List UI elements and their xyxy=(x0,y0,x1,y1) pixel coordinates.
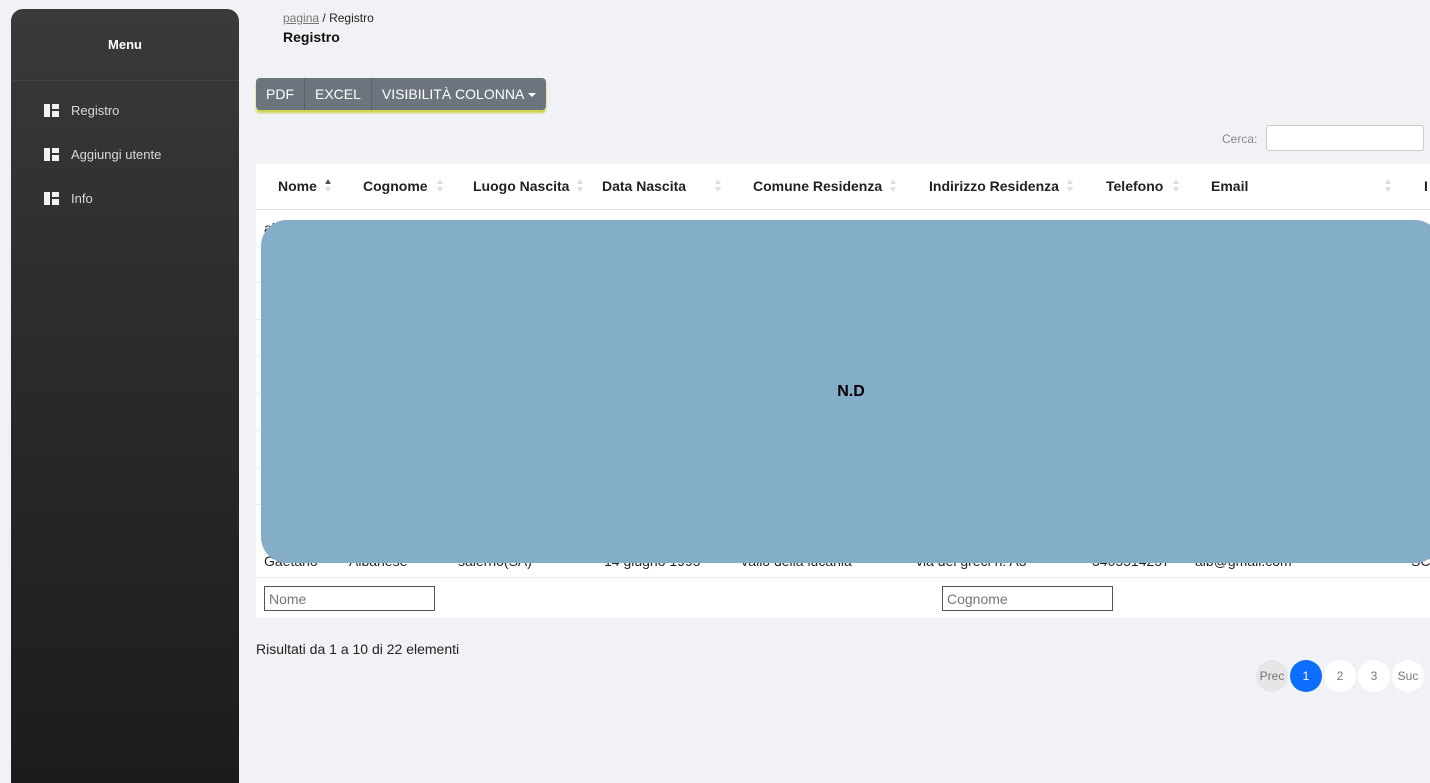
column-visibility-label: VISIBILITÀ COLONNA xyxy=(381,86,525,102)
caret-down-icon xyxy=(528,93,537,98)
pagination: Prec 1 2 3 Suc xyxy=(1256,660,1424,692)
sidebar-item-info[interactable]: Info xyxy=(11,187,239,209)
sidebar-item-aggiungi-utente[interactable]: Aggiungi utente xyxy=(11,143,239,165)
column-header-indirizzo-residenza[interactable]: Indirizzo Residenza xyxy=(929,178,1059,194)
sort-icon xyxy=(437,178,445,194)
column-header-email[interactable]: Email xyxy=(1211,178,1248,194)
filter-nome-input[interactable] xyxy=(264,586,435,611)
column-header-extra[interactable]: I xyxy=(1424,178,1428,194)
column-visibility-button[interactable]: VISIBILITÀ COLONNA xyxy=(372,78,546,110)
sidebar-item-label: Registro xyxy=(71,102,120,118)
filter-cognome-input[interactable] xyxy=(942,586,1113,611)
breadcrumb: pagina / Registro xyxy=(283,11,374,25)
breadcrumb-current: Registro xyxy=(329,11,374,25)
breadcrumb-link[interactable]: pagina xyxy=(283,11,319,25)
column-header-nome[interactable]: Nome xyxy=(278,178,317,194)
pagination-page-2[interactable]: 2 xyxy=(1324,660,1356,692)
sort-icon xyxy=(1385,178,1393,194)
breadcrumb-separator: / xyxy=(322,11,326,25)
search-input[interactable] xyxy=(1266,125,1424,151)
sidebar-item-label: Aggiungi utente xyxy=(71,146,162,162)
results-info: Risultati da 1 a 10 di 22 elementi xyxy=(256,641,460,657)
sidebar-item-label: Info xyxy=(71,190,93,206)
sidebar-item-registro[interactable]: Registro xyxy=(11,99,239,121)
sort-icon xyxy=(1173,178,1181,194)
export-toolbar: PDF EXCEL VISIBILITÀ COLONNA xyxy=(256,78,547,110)
excel-button[interactable]: EXCEL xyxy=(305,78,372,110)
column-header-cognome[interactable]: Cognome xyxy=(363,178,428,194)
dashboard-icon xyxy=(44,103,59,117)
sort-icon xyxy=(715,178,723,194)
dashboard-icon xyxy=(44,147,59,161)
sort-icon xyxy=(1067,178,1075,194)
search-label: Cerca: xyxy=(1222,132,1258,146)
pagination-page-3[interactable]: 3 xyxy=(1358,660,1390,692)
pagination-next[interactable]: Suc xyxy=(1392,660,1424,692)
pagination-prev[interactable]: Prec xyxy=(1256,660,1288,692)
row-divider xyxy=(256,577,1430,578)
sidebar: Menu Registro Aggiungi utente Info xyxy=(11,9,239,783)
pdf-button[interactable]: PDF xyxy=(256,78,305,110)
pagination-page-1[interactable]: 1 xyxy=(1290,660,1322,692)
dashboard-icon xyxy=(44,191,59,205)
column-header-comune-residenza[interactable]: Comune Residenza xyxy=(753,178,882,194)
sort-icon xyxy=(577,178,585,194)
column-header-luogo-nascita[interactable]: Luogo Nascita xyxy=(473,178,569,194)
table-header: Nome Cognome Luogo Nascita Data Nascita … xyxy=(256,164,1430,210)
sidebar-nav: Registro Aggiungi utente Info xyxy=(11,81,239,209)
sort-icon xyxy=(890,178,898,194)
sidebar-title: Menu xyxy=(11,9,239,81)
overlay-text: N.D xyxy=(837,382,865,400)
column-header-telefono[interactable]: Telefono xyxy=(1106,178,1163,194)
sort-asc-icon xyxy=(325,178,333,194)
page-title: Registro xyxy=(283,29,340,45)
redaction-overlay: N.D xyxy=(261,220,1430,563)
column-header-data-nascita[interactable]: Data Nascita xyxy=(602,178,686,194)
